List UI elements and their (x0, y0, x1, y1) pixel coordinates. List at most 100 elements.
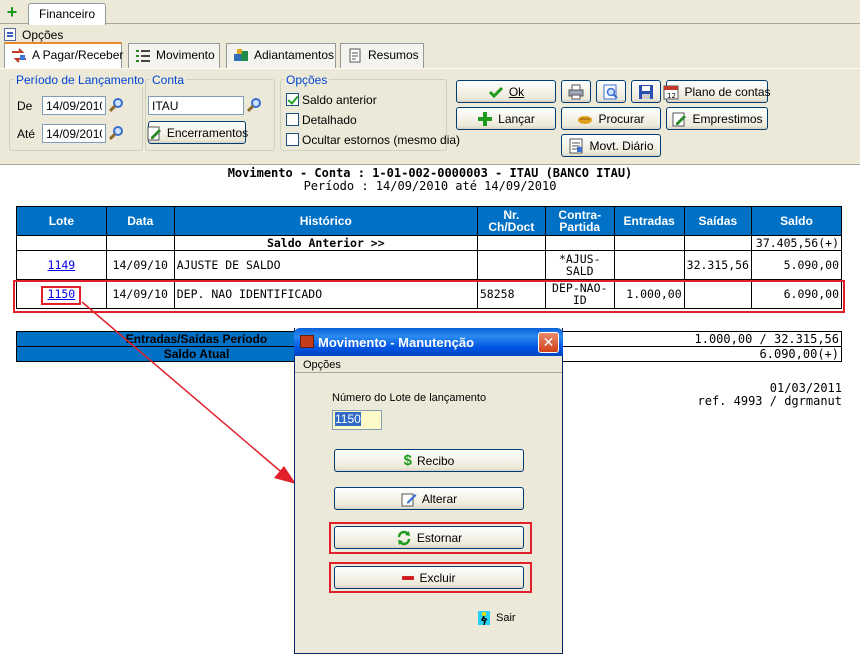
detalhado-checkbox[interactable] (286, 113, 299, 126)
cell-entradas (613, 250, 685, 280)
ate-lookup-icon[interactable] (108, 125, 124, 141)
lote-number-value: 1150 (335, 412, 361, 426)
table-row: 1149 14/09/10 AJUSTE DE SALDO *AJUS- SALD… (16, 250, 843, 280)
opcoes-title: Opções (284, 73, 330, 87)
edit-icon (401, 491, 417, 507)
report-subtitle: Período : 14/09/2010 até 14/09/2010 (303, 179, 557, 193)
filter-panel: Período de Lançamento De Até Conta Encer… (0, 68, 860, 164)
row-highlight-box (13, 280, 845, 313)
de-date-input[interactable] (42, 96, 106, 115)
cell-saldo: 5.090,00 (750, 250, 843, 280)
tab-resumos-label: Resumos (368, 48, 419, 62)
tab-movimento[interactable]: Movimento (128, 43, 220, 68)
recibo-label: Recibo (416, 453, 455, 468)
tab-resumos[interactable]: Resumos (340, 43, 424, 68)
dollar-icon: $ (403, 452, 412, 469)
lote-link[interactable]: 1149 (48, 258, 76, 272)
add-icon[interactable]: + (5, 3, 19, 21)
plus-icon (477, 111, 493, 127)
cell-data: 14/09/10 (105, 250, 175, 280)
lote-number-label: Número do Lote de lançamento (332, 392, 487, 404)
top-tab-bar (0, 0, 860, 24)
alterar-label: Alterar (421, 491, 458, 506)
plano-de-contas-button[interactable]: 12 Plano de contas (663, 80, 771, 103)
cell-doc (476, 250, 546, 280)
contra-line2: SALD (565, 264, 594, 278)
edit-document-icon (146, 125, 162, 141)
conta-input[interactable] (148, 96, 244, 115)
tab-movimento-label: Movimento (156, 48, 215, 62)
conta-title: Conta (150, 73, 187, 87)
saldo-anterior-label: Saldo Anterior >> (173, 235, 478, 251)
preview-button[interactable] (596, 80, 626, 103)
emprestimos-button[interactable]: Emprestimos (666, 107, 768, 130)
saldo-anterior-checkbox[interactable] (286, 93, 299, 106)
tab-a-pagar-receber-label: A Pagar/Receber (32, 48, 124, 62)
table-header-row: Lote Data Histórico Nr. Ch/Doct Contra- Pa… (16, 206, 843, 236)
report-footer: 01/03/2011 ref. 4993 / dgrmanut (698, 382, 843, 408)
dialog-options-menu[interactable]: Opções (303, 359, 341, 371)
ok-label: Ok (508, 84, 525, 99)
col-saidas: Saídas (683, 206, 752, 236)
plano-de-contas-label: Plano de contas (684, 84, 771, 99)
col-contra-partida: Contra- Partida (544, 206, 615, 236)
col-nr-doc-line2: Ch/Doct (488, 220, 535, 234)
handshake-icon (577, 111, 593, 127)
tab-a-pagar-receber[interactable]: A Pagar/Receber (4, 42, 124, 69)
col-entradas: Entradas (613, 206, 685, 236)
dialog-titlebar[interactable]: Movimento - Manutenção ✕ (294, 328, 563, 356)
saldo-anterior-label: Saldo anterior (302, 93, 377, 107)
de-label: De (17, 99, 33, 113)
procurar-button[interactable]: Procurar (561, 107, 661, 130)
main-tabs: A Pagar/Receber Movimento Adiantamentos … (0, 42, 860, 69)
list-icon (135, 48, 151, 63)
options-menu[interactable]: Opções (22, 28, 63, 42)
print-button[interactable] (561, 80, 591, 103)
footer-ref: ref. 4993 / dgrmanut (697, 394, 843, 408)
col-nr-doc: Nr. Ch/Doct (476, 206, 546, 236)
tab-adiantamentos[interactable]: Adiantamentos (226, 43, 336, 68)
lote-number-input[interactable]: 1150 (332, 410, 382, 430)
document-icon (347, 48, 363, 63)
ocultar-estornos-checkbox[interactable] (286, 133, 299, 146)
sair-label: Sair (496, 612, 516, 624)
document-icon (568, 138, 584, 154)
movimento-manutencao-dialog: Movimento - Manutenção ✕ Opções Número d… (294, 328, 563, 654)
cell-historico: AJUSTE DE SALDO (173, 250, 478, 280)
lancar-button[interactable]: Lançar (456, 107, 556, 130)
edit-document-icon (671, 111, 687, 127)
de-lookup-icon[interactable] (108, 97, 124, 113)
encerramentos-button[interactable]: Encerramentos (146, 121, 249, 144)
tab-adiantamentos-label: Adiantamentos (254, 48, 335, 62)
dialog-title: Movimento - Manutenção (318, 334, 475, 350)
cell-saidas: 32.315,56 (683, 250, 752, 280)
saldo-anterior-row: Saldo Anterior >> 37.405,56(+) (16, 235, 843, 251)
tab-financeiro[interactable]: Financeiro (28, 3, 107, 25)
estornar-highlight-box (329, 522, 532, 554)
check-icon (488, 84, 504, 100)
detalhado-label: Detalhado (302, 113, 357, 127)
save-button[interactable] (631, 80, 661, 103)
conta-lookup-icon[interactable] (246, 97, 262, 113)
tab-financeiro-label: Financeiro (39, 7, 96, 21)
recibo-button[interactable]: $ Recibo (334, 449, 524, 472)
col-data: Data (105, 206, 175, 236)
emprestimos-label: Emprestimos (692, 111, 763, 126)
close-icon[interactable]: ✕ (538, 332, 559, 353)
ate-date-input[interactable] (42, 124, 106, 143)
saldo-anterior-value: 37.405,56(+) (750, 235, 843, 251)
app-icon (300, 335, 314, 348)
sair-button[interactable]: Sair (477, 610, 516, 626)
alterar-button[interactable]: Alterar (334, 487, 524, 510)
transfer-icon (11, 48, 27, 63)
movt-diario-label: Movt. Diário (589, 138, 654, 153)
dialog-menu-divider (295, 372, 562, 373)
encerramentos-label: Encerramentos (166, 125, 249, 140)
save-icon (638, 84, 654, 100)
procurar-label: Procurar (598, 111, 645, 126)
movt-diario-button[interactable]: Movt. Diário (561, 134, 661, 157)
ok-button[interactable]: Ok (456, 80, 556, 103)
cell-contra-partida: *AJUS- SALD (544, 250, 615, 280)
col-saldo: Saldo (750, 206, 843, 236)
exit-icon (477, 610, 493, 626)
